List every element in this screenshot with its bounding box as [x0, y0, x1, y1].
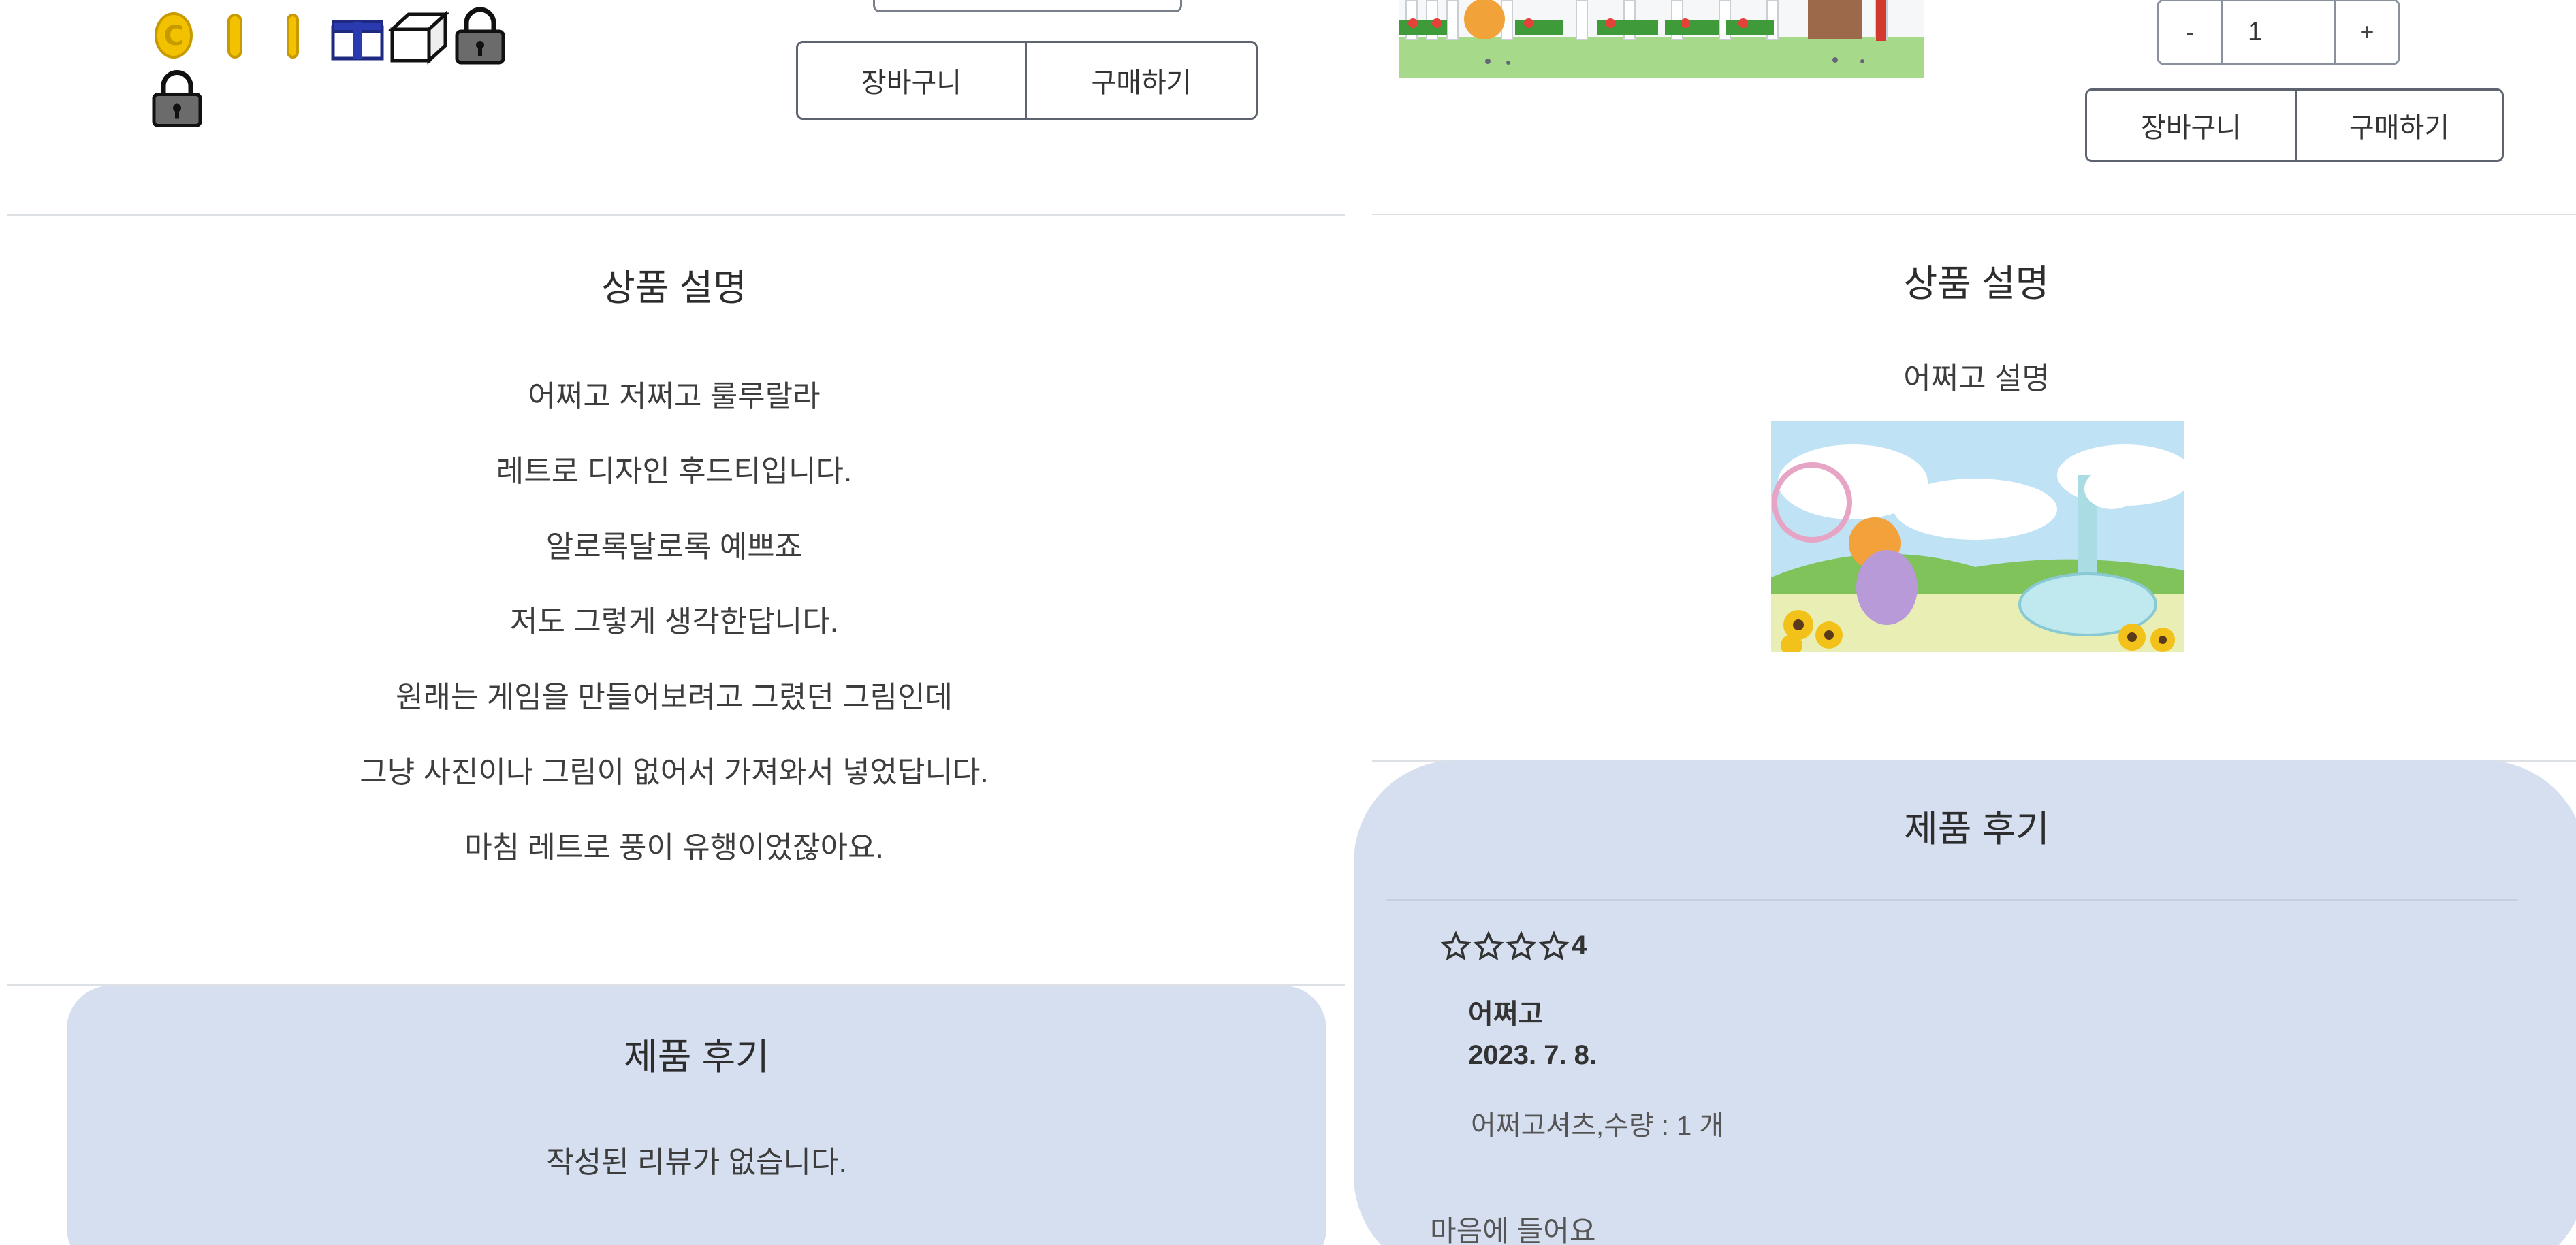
review-rating: 4 — [1441, 931, 1587, 961]
review-content: 마음에 들어요 — [1430, 1215, 1596, 1245]
buy-now-button[interactable]: 구매하기 — [2295, 91, 2502, 160]
quantity-input[interactable]: 1 — [2223, 1, 2334, 63]
description-title: 상품 설명 — [601, 268, 747, 308]
open-box-icon — [388, 10, 449, 65]
description-line: 그냥 사진이나 그림이 없어서 가져와서 넣었답니다. — [360, 756, 989, 789]
add-to-cart-button[interactable]: 장바구니 — [798, 43, 1025, 118]
star-outline-icon — [1474, 931, 1504, 960]
right-product-page: - 1 + 장바구니 구매하기 상품 설명 어쩌고 설명 제품 후기 4 어쩌고… — [1348, 0, 2576, 1245]
description-image — [1771, 421, 2184, 652]
review-title: 제품 후기 — [1904, 809, 2050, 850]
review-product: 어쩌고셔츠,수량 : 1 개 — [1471, 1111, 1725, 1141]
coin-edge-icon — [287, 14, 299, 59]
description-line: 어쩌고 저쩌고 룰루랄라 — [528, 380, 821, 413]
description-line: 저도 그렇게 생각한답니다. — [510, 605, 838, 638]
review-author: 어쩌고 — [1468, 999, 1544, 1029]
divider — [7, 214, 1345, 216]
quantity-stepper: - 1 + — [2157, 0, 2400, 65]
svg-text:C: C — [163, 20, 183, 52]
pixel-icons-strip: C — [152, 7, 507, 129]
gift-box-icon — [331, 20, 384, 61]
coin-spinning-icon — [227, 14, 242, 59]
review-section: 제품 후기 작성된 리뷰가 없습니다. — [67, 986, 1326, 1245]
lock-icon — [455, 7, 505, 65]
description-text: 어쩌고 설명 — [1903, 362, 2050, 395]
description-line: 알로록달로록 예쁘죠 — [545, 530, 803, 564]
review-section: 제품 후기 4 어쩌고 2023. 7. 8. 어쩌고셔츠,수량 : 1 개 마… — [1354, 760, 2576, 1245]
star-outline-icon — [1539, 931, 1569, 960]
buy-now-button[interactable]: 구매하기 — [1025, 43, 1256, 118]
decrease-quantity-button[interactable]: - — [2159, 1, 2223, 63]
star-outline-icon — [1506, 931, 1536, 960]
left-product-page: C 장바구니 구매하기 상품 설명 어쩌고 저쩌고 룰루랄라 레트로 디자인 후… — [0, 0, 1348, 1245]
increase-quantity-button[interactable]: + — [2334, 1, 2398, 63]
purchase-button-group: 장바구니 구매하기 — [2085, 88, 2504, 162]
review-date: 2023. 7. 8. — [1468, 1040, 1597, 1070]
lock-icon — [152, 70, 202, 127]
divider — [1372, 214, 2576, 215]
coin-icon: C — [155, 12, 193, 59]
review-title: 제품 후기 — [624, 1037, 769, 1078]
star-outline-icon — [1441, 931, 1471, 960]
description-line: 마침 레트로 풍이 유행이었잖아요. — [464, 831, 884, 864]
no-reviews-text: 작성된 리뷰가 없습니다. — [546, 1146, 847, 1179]
rating-value: 4 — [1572, 931, 1587, 960]
description-line: 원래는 게임을 만들어보려고 그렸던 그림인데 — [395, 681, 953, 714]
description-line: 레트로 디자인 후드티입니다. — [496, 455, 853, 488]
quantity-stepper[interactable] — [873, 0, 1182, 12]
add-to-cart-button[interactable]: 장바구니 — [2087, 91, 2295, 160]
description-title: 상품 설명 — [1903, 263, 2050, 304]
divider — [1386, 899, 2518, 901]
product-image — [1399, 0, 1924, 78]
purchase-button-group: 장바구니 구매하기 — [796, 41, 1258, 120]
